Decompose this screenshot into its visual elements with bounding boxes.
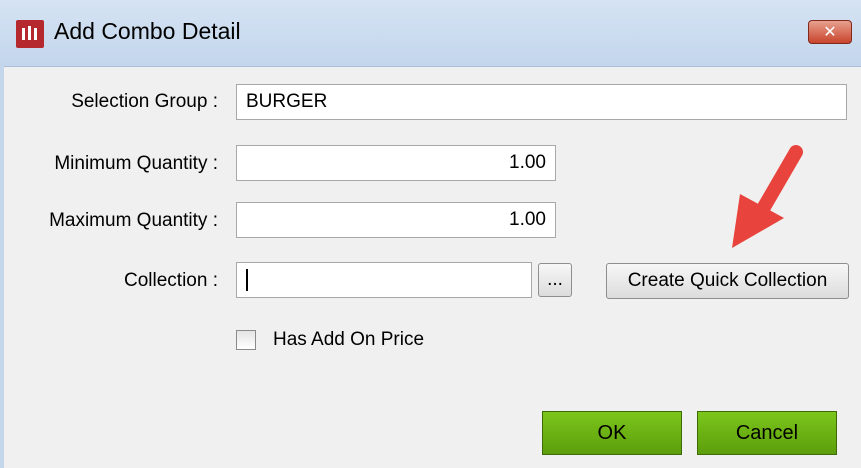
annotation-arrow-icon xyxy=(732,145,803,248)
add-combo-detail-dialog: Add Combo Detail ✕ Selection Group : BUR… xyxy=(0,0,861,468)
